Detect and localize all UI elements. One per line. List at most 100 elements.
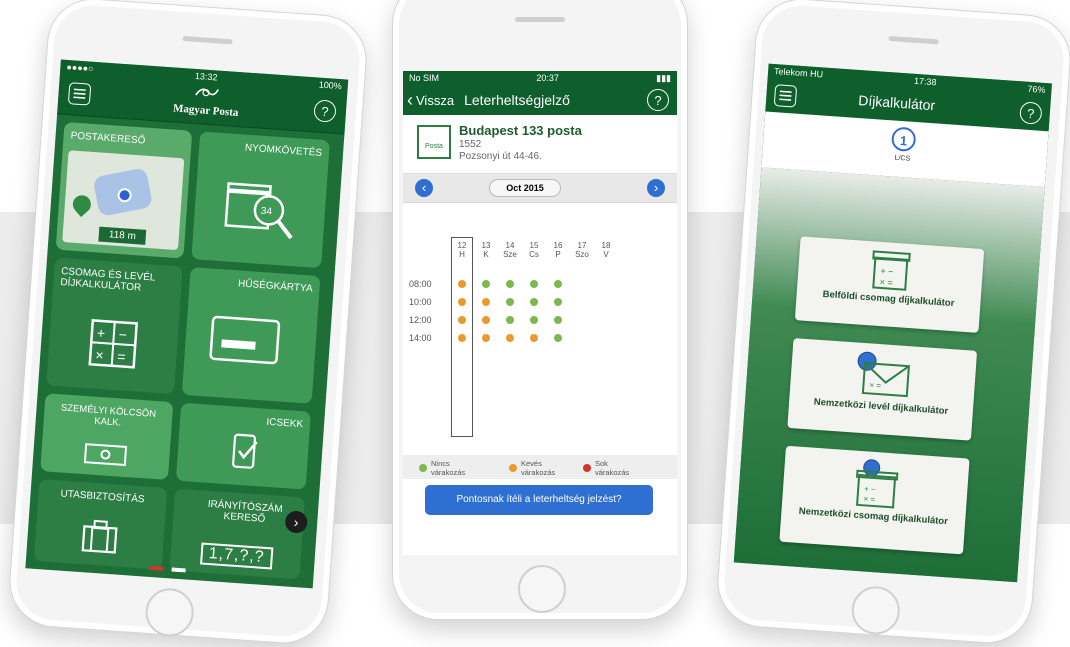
home-button[interactable]	[850, 584, 902, 637]
load-dot-icon	[530, 316, 538, 324]
tracking-code: 34	[260, 206, 272, 218]
schedule-grid: 12 H 13 K 14 Sze 15 Cs 16 P 17 Szo 18 V 08:00 10:00 12:…	[403, 231, 677, 451]
day-number: 13	[481, 241, 491, 250]
tile-iranyitoszam[interactable]: IRÁNYÍTÓSZÁM KERESŐ 1,7,?,? ›	[169, 488, 308, 580]
load-dot-icon	[506, 280, 514, 288]
day-header[interactable]: 13 K	[475, 241, 497, 259]
home-button[interactable]	[144, 586, 196, 639]
phone-middle: No SIM 20:37 ▮▮▮ ‹ Vissza Leterheltségje…	[392, 0, 688, 620]
card-belfoldi-csomag[interactable]: + − × = Belföldi csomag díjkalkulátor	[794, 236, 985, 333]
home-button[interactable]	[518, 565, 566, 613]
svg-text:=: =	[117, 348, 126, 365]
tile-utasbiztositas[interactable]: UTASBIZTOSÍTÁS	[33, 479, 168, 570]
orange-dot-icon	[509, 464, 517, 472]
international-letter-icon: × =	[857, 351, 910, 398]
day-header[interactable]: 15 Cs	[523, 241, 545, 259]
month-bar: ‹ Oct 2015 ›	[403, 174, 677, 203]
tile-postakereso[interactable]: POSTAKERESŐ 118 m	[55, 121, 193, 259]
day-number: 18	[601, 241, 611, 250]
status-time: 17:38	[913, 75, 937, 88]
tile-husegkartya[interactable]: HŰSÉGKÁRTYA	[181, 267, 321, 404]
help-button[interactable]: ?	[1019, 101, 1043, 125]
calculator-icon: + − × =	[88, 319, 139, 369]
svg-text:×: ×	[95, 347, 104, 364]
time-label: 08:00	[409, 279, 432, 289]
legend-red: Sok várakozás	[583, 459, 635, 477]
day-header[interactable]: 12 H	[451, 241, 473, 259]
tile-dijkalkulator[interactable]: CSOMAG ÉS LEVÉL DÍJKALKULÁTOR + − × =	[46, 257, 183, 395]
banknote-icon	[83, 443, 128, 467]
load-dot-icon	[482, 280, 490, 288]
brand-logo: Magyar Posta	[165, 83, 247, 120]
time-label: 12:00	[409, 315, 432, 325]
prev-month-button[interactable]: ‹	[415, 179, 433, 197]
day-name: H	[459, 250, 465, 259]
hamburger-icon	[73, 88, 86, 99]
speaker-grille	[888, 35, 939, 45]
feedback-button[interactable]: Pontosnak ítéli a leterheltség jelzést?	[425, 485, 653, 515]
brand-name: Magyar Posta	[172, 102, 239, 119]
load-dot-icon	[506, 316, 514, 324]
post-office-address: Pozsonyi út 44-46.	[459, 151, 542, 162]
nav-bar: ‹ Vissza Leterheltségjelző ?	[403, 85, 677, 115]
phone-left: ●●●●○ 13:32 100% Magyar Posta ? POSTAKER…	[6, 0, 370, 647]
load-dot-icon	[506, 298, 514, 306]
post-office-name: Budapest 133 posta	[459, 123, 582, 138]
load-dot-icon	[554, 316, 562, 324]
menu-button[interactable]	[67, 82, 92, 106]
speaker-grille	[515, 17, 565, 22]
tile-nyomkovetes[interactable]: NYOMKÖVETÉS 34	[191, 131, 330, 269]
help-button[interactable]: ?	[313, 99, 337, 123]
day-name: V	[603, 250, 609, 259]
next-page-button[interactable]: ›	[284, 510, 308, 534]
day-name: P	[555, 250, 561, 259]
day-name: Sze	[503, 250, 517, 259]
step-label: L/CS	[894, 154, 911, 163]
status-signal: ●●●●○	[66, 61, 94, 74]
day-name: Szo	[575, 250, 589, 259]
help-button[interactable]: ?	[647, 89, 669, 111]
day-header[interactable]: 16 P	[547, 241, 569, 259]
day-header[interactable]: 17 Szo	[571, 241, 593, 259]
screen-load-indicator: No SIM 20:37 ▮▮▮ ‹ Vissza Leterheltségje…	[403, 71, 677, 555]
load-dot-icon	[530, 334, 538, 342]
svg-text:+ −: + −	[864, 484, 876, 494]
back-button[interactable]: ‹ Vissza	[407, 90, 454, 111]
next-month-button[interactable]: ›	[647, 179, 665, 197]
svg-text:+ −: + −	[880, 266, 894, 277]
nav-title: Leterheltségjelző	[464, 92, 570, 108]
status-battery: 100%	[318, 79, 343, 92]
svg-text:+: +	[96, 325, 105, 342]
load-dot-icon	[554, 334, 562, 342]
chevron-left-icon: ‹	[407, 89, 413, 110]
page-dot	[171, 567, 187, 573]
status-bar: No SIM 20:37 ▮▮▮	[403, 71, 677, 85]
svg-text:−: −	[118, 326, 127, 343]
time-label: 10:00	[409, 297, 432, 307]
menu-button[interactable]	[773, 84, 798, 108]
tile-szemelyi-kolcson[interactable]: SZEMÉLYI KÖLCSÖN KALK.	[40, 393, 174, 480]
load-dot-icon	[458, 334, 466, 342]
status-battery: 76%	[1027, 83, 1046, 95]
status-time: 13:32	[194, 70, 218, 83]
speaker-grille	[182, 35, 233, 45]
red-dot-icon	[583, 464, 591, 472]
package-search-icon: 34	[224, 182, 293, 240]
international-package-icon: + − × =	[855, 459, 899, 509]
day-header[interactable]: 14 Sze	[499, 241, 521, 259]
hamburger-icon	[779, 90, 792, 101]
card-nemzetkozi-csomag[interactable]: + − × = Nemzetközi csomag díjkalkulátor	[779, 445, 970, 555]
tile-icsekk[interactable]: ICSEKK	[175, 402, 311, 490]
card-nemzetkozi-level[interactable]: × = Nemzetközi levél díjkalkulátor	[787, 338, 978, 441]
day-header[interactable]: 18 V	[595, 241, 617, 259]
load-dot-icon	[530, 280, 538, 288]
nav-title: Díjkalkulátor	[857, 91, 936, 114]
map-thumbnail: 118 m	[62, 150, 185, 251]
phone-right: Telekom HU 17:38 76% Díjkalkulátor ? 1 L…	[714, 0, 1070, 647]
posthorn-logo-icon	[195, 88, 219, 97]
day-number: 14	[505, 241, 515, 250]
month-label: Oct 2015	[489, 179, 561, 197]
load-dot-icon	[482, 298, 490, 306]
load-dot-icon	[554, 280, 562, 288]
svg-text:× =: × =	[879, 277, 893, 288]
